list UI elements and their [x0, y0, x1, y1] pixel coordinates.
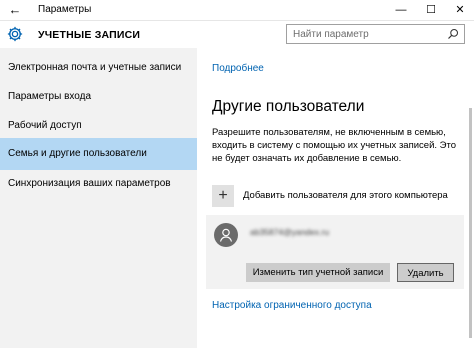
- main-content: Подробнее Другие пользователи Разрешите …: [197, 48, 474, 348]
- change-account-type-button[interactable]: Изменить тип учетной записи: [246, 263, 390, 282]
- scrollbar[interactable]: [469, 108, 472, 338]
- sidebar-item-label: Рабочий доступ: [8, 120, 82, 131]
- sidebar: Электронная почта и учетные записи Парам…: [0, 48, 197, 348]
- window-title: Параметры: [38, 4, 92, 15]
- user-icon: [219, 228, 233, 242]
- add-user-label: Добавить пользователя для этого компьюте…: [243, 190, 448, 201]
- page-title: УЧЕТНЫЕ ЗАПИСИ: [38, 29, 141, 41]
- delete-user-button[interactable]: Удалить: [397, 263, 454, 282]
- search-input[interactable]: Найти параметр: [286, 24, 465, 44]
- sidebar-item-label: Синхронизация ваших параметров: [8, 178, 171, 189]
- back-button[interactable]: ←: [6, 2, 24, 18]
- maximize-button[interactable]: ☐: [418, 0, 444, 20]
- sidebar-item-label: Электронная почта и учетные записи: [8, 62, 182, 73]
- close-button[interactable]: ✕: [447, 0, 473, 20]
- user-account-panel[interactable]: ab35874@yandex.ru Изменить тип учетной з…: [206, 215, 464, 289]
- more-info-link[interactable]: Подробнее: [212, 63, 264, 74]
- plus-icon: +: [212, 185, 234, 207]
- search-icon[interactable]: [447, 28, 459, 40]
- section-description: Разрешите пользователям, не включенным в…: [212, 127, 457, 164]
- avatar: [214, 223, 238, 247]
- search-placeholder: Найти параметр: [293, 29, 369, 40]
- title-bar: ← Параметры — ☐ ✕: [0, 0, 474, 21]
- gear-icon: [7, 26, 23, 42]
- sidebar-item-label: Семья и другие пользователи: [8, 148, 147, 159]
- sidebar-item-sync-settings[interactable]: Синхронизация ваших параметров: [0, 168, 197, 200]
- add-user-button[interactable]: + Добавить пользователя для этого компью…: [212, 185, 462, 207]
- sidebar-item-sign-in-options[interactable]: Параметры входа: [0, 81, 197, 113]
- restricted-access-link[interactable]: Настройка ограниченного доступа: [212, 300, 372, 311]
- user-email: ab35874@yandex.ru: [250, 227, 330, 237]
- sidebar-item-email-accounts[interactable]: Электронная почта и учетные записи: [0, 52, 197, 84]
- sidebar-item-family-other-users[interactable]: Семья и другие пользователи: [0, 138, 197, 170]
- minimize-button[interactable]: —: [388, 0, 414, 20]
- sidebar-item-label: Параметры входа: [8, 91, 92, 102]
- section-title: Другие пользователи: [212, 98, 365, 115]
